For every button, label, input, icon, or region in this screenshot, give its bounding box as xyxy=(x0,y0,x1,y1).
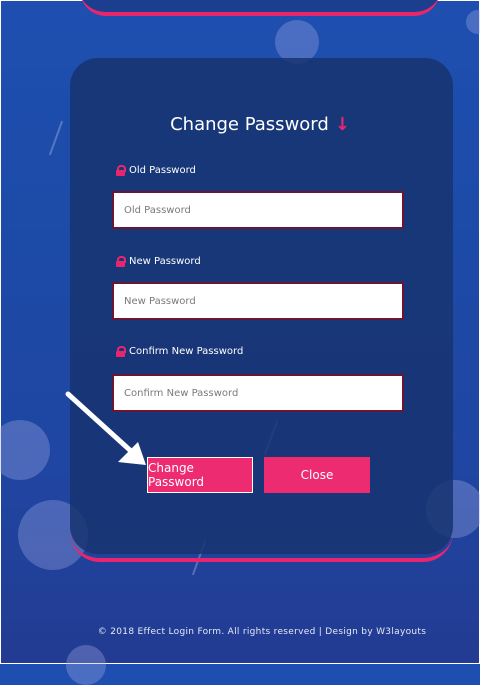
new-password-label-text: New Password xyxy=(129,256,201,267)
background-bubble xyxy=(466,10,480,34)
old-password-input[interactable]: Old Password xyxy=(112,191,404,229)
background-bubble xyxy=(66,645,106,685)
change-password-button-label: Change Password xyxy=(148,461,205,489)
lock-icon xyxy=(116,165,126,176)
new-password-label: New Password xyxy=(116,256,201,267)
new-password-placeholder: New Password xyxy=(124,295,196,307)
old-password-placeholder: Old Password xyxy=(124,204,191,216)
form-title-text: Change Password xyxy=(170,114,329,135)
arrow-down-icon: ↓ xyxy=(334,114,350,135)
lock-icon xyxy=(116,346,126,357)
confirm-password-label-text: Confirm New Password xyxy=(129,346,244,357)
close-button[interactable]: Close xyxy=(264,457,370,493)
close-button-label: Close xyxy=(300,468,334,482)
background-bubble xyxy=(0,420,50,480)
confirm-password-label: Confirm New Password xyxy=(116,346,243,357)
pointer-arrow-icon xyxy=(65,391,146,465)
footer-copyright: © 2018 Effect Login Form. All rights res… xyxy=(97,627,427,637)
lock-icon xyxy=(116,256,126,267)
card-bottom-accent xyxy=(70,520,453,562)
old-password-label-text: Old Password xyxy=(129,165,196,176)
new-password-input[interactable]: New Password xyxy=(112,282,404,320)
change-password-button[interactable]: Change Password xyxy=(147,457,253,493)
confirm-password-input[interactable]: Confirm New Password xyxy=(112,374,404,412)
previous-card-edge xyxy=(80,0,440,16)
form-title: Change Password ↓ xyxy=(0,114,480,135)
old-password-label: Old Password xyxy=(116,165,196,176)
